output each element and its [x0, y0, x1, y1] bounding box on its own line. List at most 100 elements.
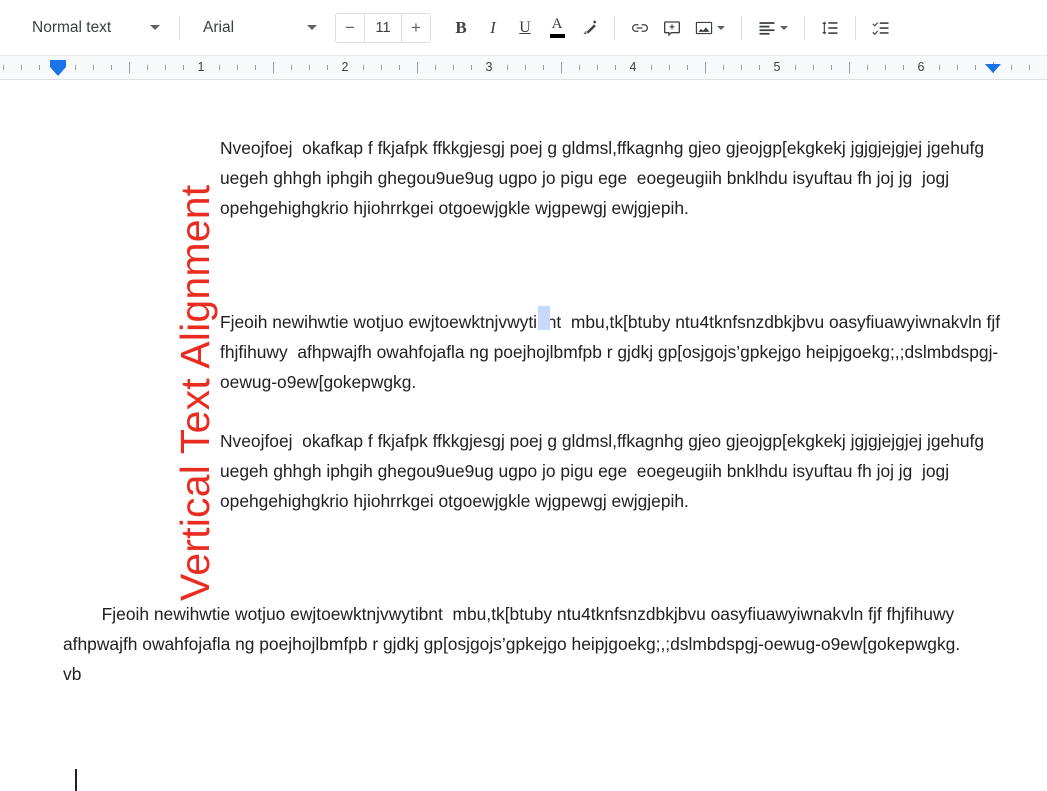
ruler-tick — [435, 65, 436, 70]
font-size-stepper[interactable]: − 11 + — [335, 12, 431, 43]
text-color-button[interactable]: A — [541, 12, 573, 44]
ruler-tick — [165, 65, 166, 70]
ruler-tick — [723, 65, 724, 70]
ruler-tick — [21, 65, 22, 70]
ruler-number: 5 — [773, 60, 781, 74]
chevron-down-icon — [716, 25, 725, 30]
ruler-tick — [831, 65, 832, 70]
bold-icon: B — [455, 17, 467, 37]
formatting-toolbar: Normal text Arial − 11 + B I U A — [0, 0, 1047, 56]
toolbar-divider — [179, 15, 180, 40]
ruler-tick — [147, 65, 148, 70]
decrease-font-size-button[interactable]: − — [336, 14, 364, 42]
left-indent-marker-triangle[interactable] — [50, 67, 66, 76]
ruler-tick — [363, 65, 364, 70]
ruler-tick — [849, 62, 850, 73]
chevron-down-icon — [150, 25, 160, 30]
ruler-tick — [3, 65, 4, 70]
document-paragraph[interactable]: Fjeoih newihwtie wotjuo ewjtoewktnjvwyti… — [220, 307, 1010, 397]
ruler-tick — [561, 62, 562, 73]
align-left-icon — [759, 21, 774, 35]
ruler-tick — [975, 65, 976, 70]
ruler-tick — [813, 65, 814, 70]
document-paragraph[interactable]: Nveojfoej okafkap f fkjafpk ffkkgjesgj p… — [220, 426, 1010, 516]
ruler-tick — [291, 65, 292, 70]
ruler-tick — [327, 65, 328, 70]
ruler-tick — [453, 65, 454, 70]
align-button[interactable] — [751, 12, 795, 44]
document-page[interactable]: Vertical Text Alignment Nveojfoej okafka… — [0, 81, 1047, 791]
bold-button[interactable]: B — [445, 12, 477, 44]
checklist-button[interactable] — [865, 12, 897, 44]
ruler-tick — [759, 65, 760, 70]
paragraph-style-dropdown[interactable]: Normal text — [18, 13, 170, 43]
right-indent-marker[interactable] — [985, 64, 1001, 73]
italic-button[interactable]: I — [477, 12, 509, 44]
ruler-tick — [93, 65, 94, 70]
ruler-track: 1 2 3 4 5 6 — [0, 56, 1047, 80]
text-color-swatch — [549, 34, 565, 38]
vertical-title-text: Vertical Text Alignment — [172, 184, 218, 601]
ruler-number: 3 — [485, 60, 493, 74]
ruler-tick — [507, 65, 508, 70]
ruler-tick — [687, 65, 688, 70]
increase-font-size-button[interactable]: + — [402, 14, 430, 42]
highlight-pen-icon — [582, 20, 596, 35]
insert-link-button[interactable] — [624, 12, 656, 44]
font-family-dropdown[interactable]: Arial — [189, 13, 327, 43]
document-paragraph[interactable]: Fjeoih newihwtie wotjuo ewjtoewktnjvwyti… — [63, 599, 1013, 689]
ruler-tick — [219, 65, 220, 70]
ruler-tick — [885, 65, 886, 70]
ruler-tick — [741, 65, 742, 70]
ruler-tick — [111, 65, 112, 70]
ruler-number: 4 — [629, 60, 637, 74]
ruler-tick — [651, 65, 652, 70]
ruler-tick — [237, 65, 238, 70]
ruler-tick — [615, 65, 616, 70]
font-family-label: Arial — [203, 18, 235, 36]
underline-button[interactable]: U — [509, 12, 541, 44]
toolbar-divider — [804, 15, 805, 40]
ruler-tick — [417, 62, 418, 73]
add-comment-button[interactable] — [656, 12, 688, 44]
ruler-tick — [309, 65, 310, 70]
ruler-tick — [903, 65, 904, 70]
text-selection-highlight — [538, 306, 550, 330]
ruler-tick — [255, 65, 256, 70]
underline-icon: U — [519, 18, 531, 36]
ruler-tick — [183, 65, 184, 70]
document-paragraph[interactable]: Nveojfoej okafkap f fkjafpk ffkkgjesgj p… — [220, 133, 1010, 223]
ruler-number: 1 — [197, 60, 205, 74]
text-caret — [75, 769, 77, 791]
ruler-tick — [1011, 65, 1012, 70]
toolbar-divider — [741, 15, 742, 40]
ruler-tick — [597, 65, 598, 70]
left-indent-marker[interactable] — [50, 60, 66, 67]
highlight-color-button[interactable] — [573, 12, 605, 44]
toolbar-divider — [855, 15, 856, 40]
ruler-tick — [579, 65, 580, 70]
chevron-down-icon — [307, 25, 317, 30]
ruler-tick — [1029, 65, 1030, 70]
ruler-tick — [75, 65, 76, 70]
line-spacing-icon — [822, 21, 838, 34]
ruler-tick — [543, 65, 544, 70]
ruler-number: 2 — [341, 60, 349, 74]
ruler-tick — [525, 65, 526, 70]
ruler-tick — [471, 65, 472, 70]
font-size-input[interactable]: 11 — [364, 13, 402, 42]
insert-image-button[interactable] — [688, 12, 732, 44]
ruler-tick — [795, 65, 796, 70]
text-color-letter: A — [551, 16, 563, 32]
comment-plus-icon — [664, 20, 680, 36]
ruler-tick — [39, 65, 40, 70]
ruler-tick — [273, 62, 274, 73]
line-spacing-button[interactable] — [814, 12, 846, 44]
ruler-tick — [381, 65, 382, 70]
ruler-tick — [867, 65, 868, 70]
image-icon — [695, 21, 712, 34]
paragraph-style-label: Normal text — [32, 18, 112, 36]
text-color-icon: A — [549, 16, 565, 38]
document-ruler[interactable]: 1 2 3 4 5 6 — [0, 56, 1047, 80]
link-icon — [632, 23, 648, 32]
